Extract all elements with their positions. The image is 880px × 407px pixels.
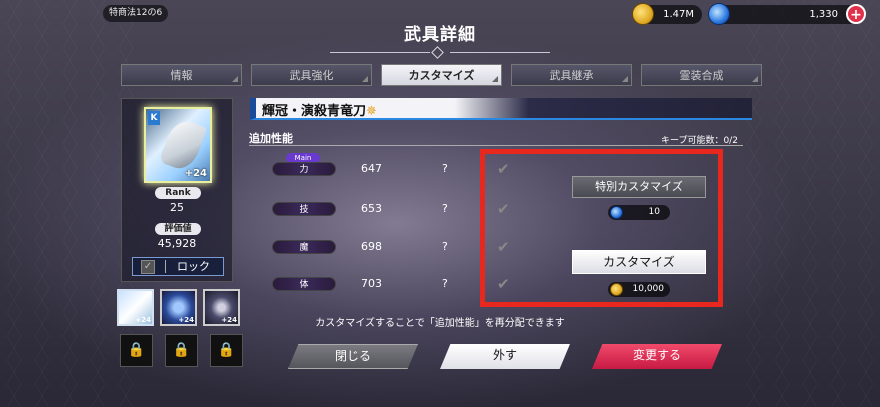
stat-unknown: ?: [442, 240, 448, 253]
padlock-icon[interactable]: 🔒: [165, 334, 198, 367]
stat-unknown: ?: [442, 277, 448, 290]
rank-label: Rank: [155, 187, 201, 199]
section-label: 追加性能: [249, 132, 293, 145]
rating-value: 45,928: [157, 237, 197, 250]
page-title: 武具詳細: [404, 25, 476, 45]
weapon-name: 輝冠・演殺青竜刀: [262, 104, 367, 119]
stat-value: 698: [361, 240, 382, 253]
tab-bar: 情報 武具強化 カスタマイズ 武具継承 霊装合成: [121, 64, 762, 86]
padlock-icon[interactable]: 🔒: [120, 334, 153, 367]
section-divider: [249, 145, 743, 146]
padlock-icon[interactable]: 🔒: [210, 334, 243, 367]
tab-synthesis[interactable]: 霊装合成: [641, 64, 762, 86]
weapon-card[interactable]: K +24: [144, 107, 212, 183]
weapon-plus: +24: [184, 168, 207, 179]
stat-unknown: ?: [442, 162, 448, 175]
sword-icon: [158, 116, 208, 174]
gem-amount: 1,330: [809, 9, 838, 20]
stat-row: 体 703 ?: [272, 277, 472, 293]
remove-button[interactable]: 外す: [440, 344, 570, 369]
rank-value: 25: [170, 201, 184, 214]
stat-row: Main 力 647 ?: [272, 153, 472, 178]
stat-name: 技: [272, 202, 336, 216]
title-decoration: [330, 46, 550, 59]
change-button[interactable]: 変更する: [592, 344, 722, 369]
stat-unknown: ?: [442, 202, 448, 215]
stat-value: 703: [361, 277, 382, 290]
stat-name: 体: [272, 277, 336, 291]
lock-button[interactable]: ✓ ロック: [132, 257, 224, 276]
tab-inherit[interactable]: 武具継承: [511, 64, 632, 86]
locked-slots: 🔒 🔒 🔒: [120, 334, 243, 367]
weapon-card-panel: K +24 Rank 25 評価値 45,928 ✓ ロック: [121, 98, 233, 282]
highlight-box: [480, 149, 723, 307]
gold-amount: 1.47M: [663, 9, 694, 20]
stat-row: 魔 698 ?: [272, 240, 472, 256]
close-button[interactable]: 閉じる: [288, 344, 418, 369]
rating-label: 評価値: [155, 223, 201, 235]
stat-value: 653: [361, 202, 382, 215]
tab-info[interactable]: 情報: [121, 64, 242, 86]
stat-row: 技 653 ?: [272, 202, 472, 218]
checkbox-icon: ✓: [141, 260, 155, 274]
pattern-left: [0, 0, 140, 407]
stat-name: 力: [272, 162, 336, 176]
tab-enhance[interactable]: 武具強化: [251, 64, 372, 86]
sun-icon: ✵: [366, 104, 377, 119]
weapon-name-bar: 輝冠・演殺青竜刀✵: [250, 98, 752, 120]
lock-label: ロック: [177, 260, 210, 273]
tab-customize[interactable]: カスタマイズ: [381, 64, 502, 86]
stat-name: 魔: [272, 240, 336, 254]
stat-value: 647: [361, 162, 382, 175]
pattern-right: [740, 0, 880, 407]
footer-message: カスタマイズすることで「追加性能」を再分配できます: [315, 318, 565, 329]
weapon-type-icon: K: [148, 111, 160, 125]
